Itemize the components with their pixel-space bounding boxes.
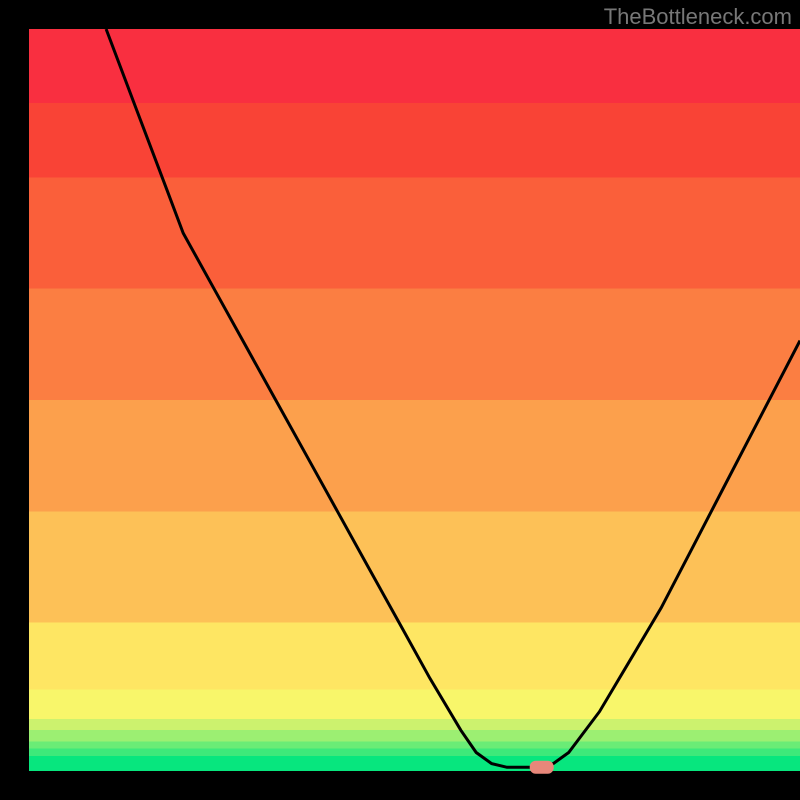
bottleneck-chart xyxy=(0,0,800,800)
optimal-point-marker xyxy=(530,761,554,774)
plot-background xyxy=(29,29,800,771)
watermark-text: TheBottleneck.com xyxy=(604,4,792,30)
